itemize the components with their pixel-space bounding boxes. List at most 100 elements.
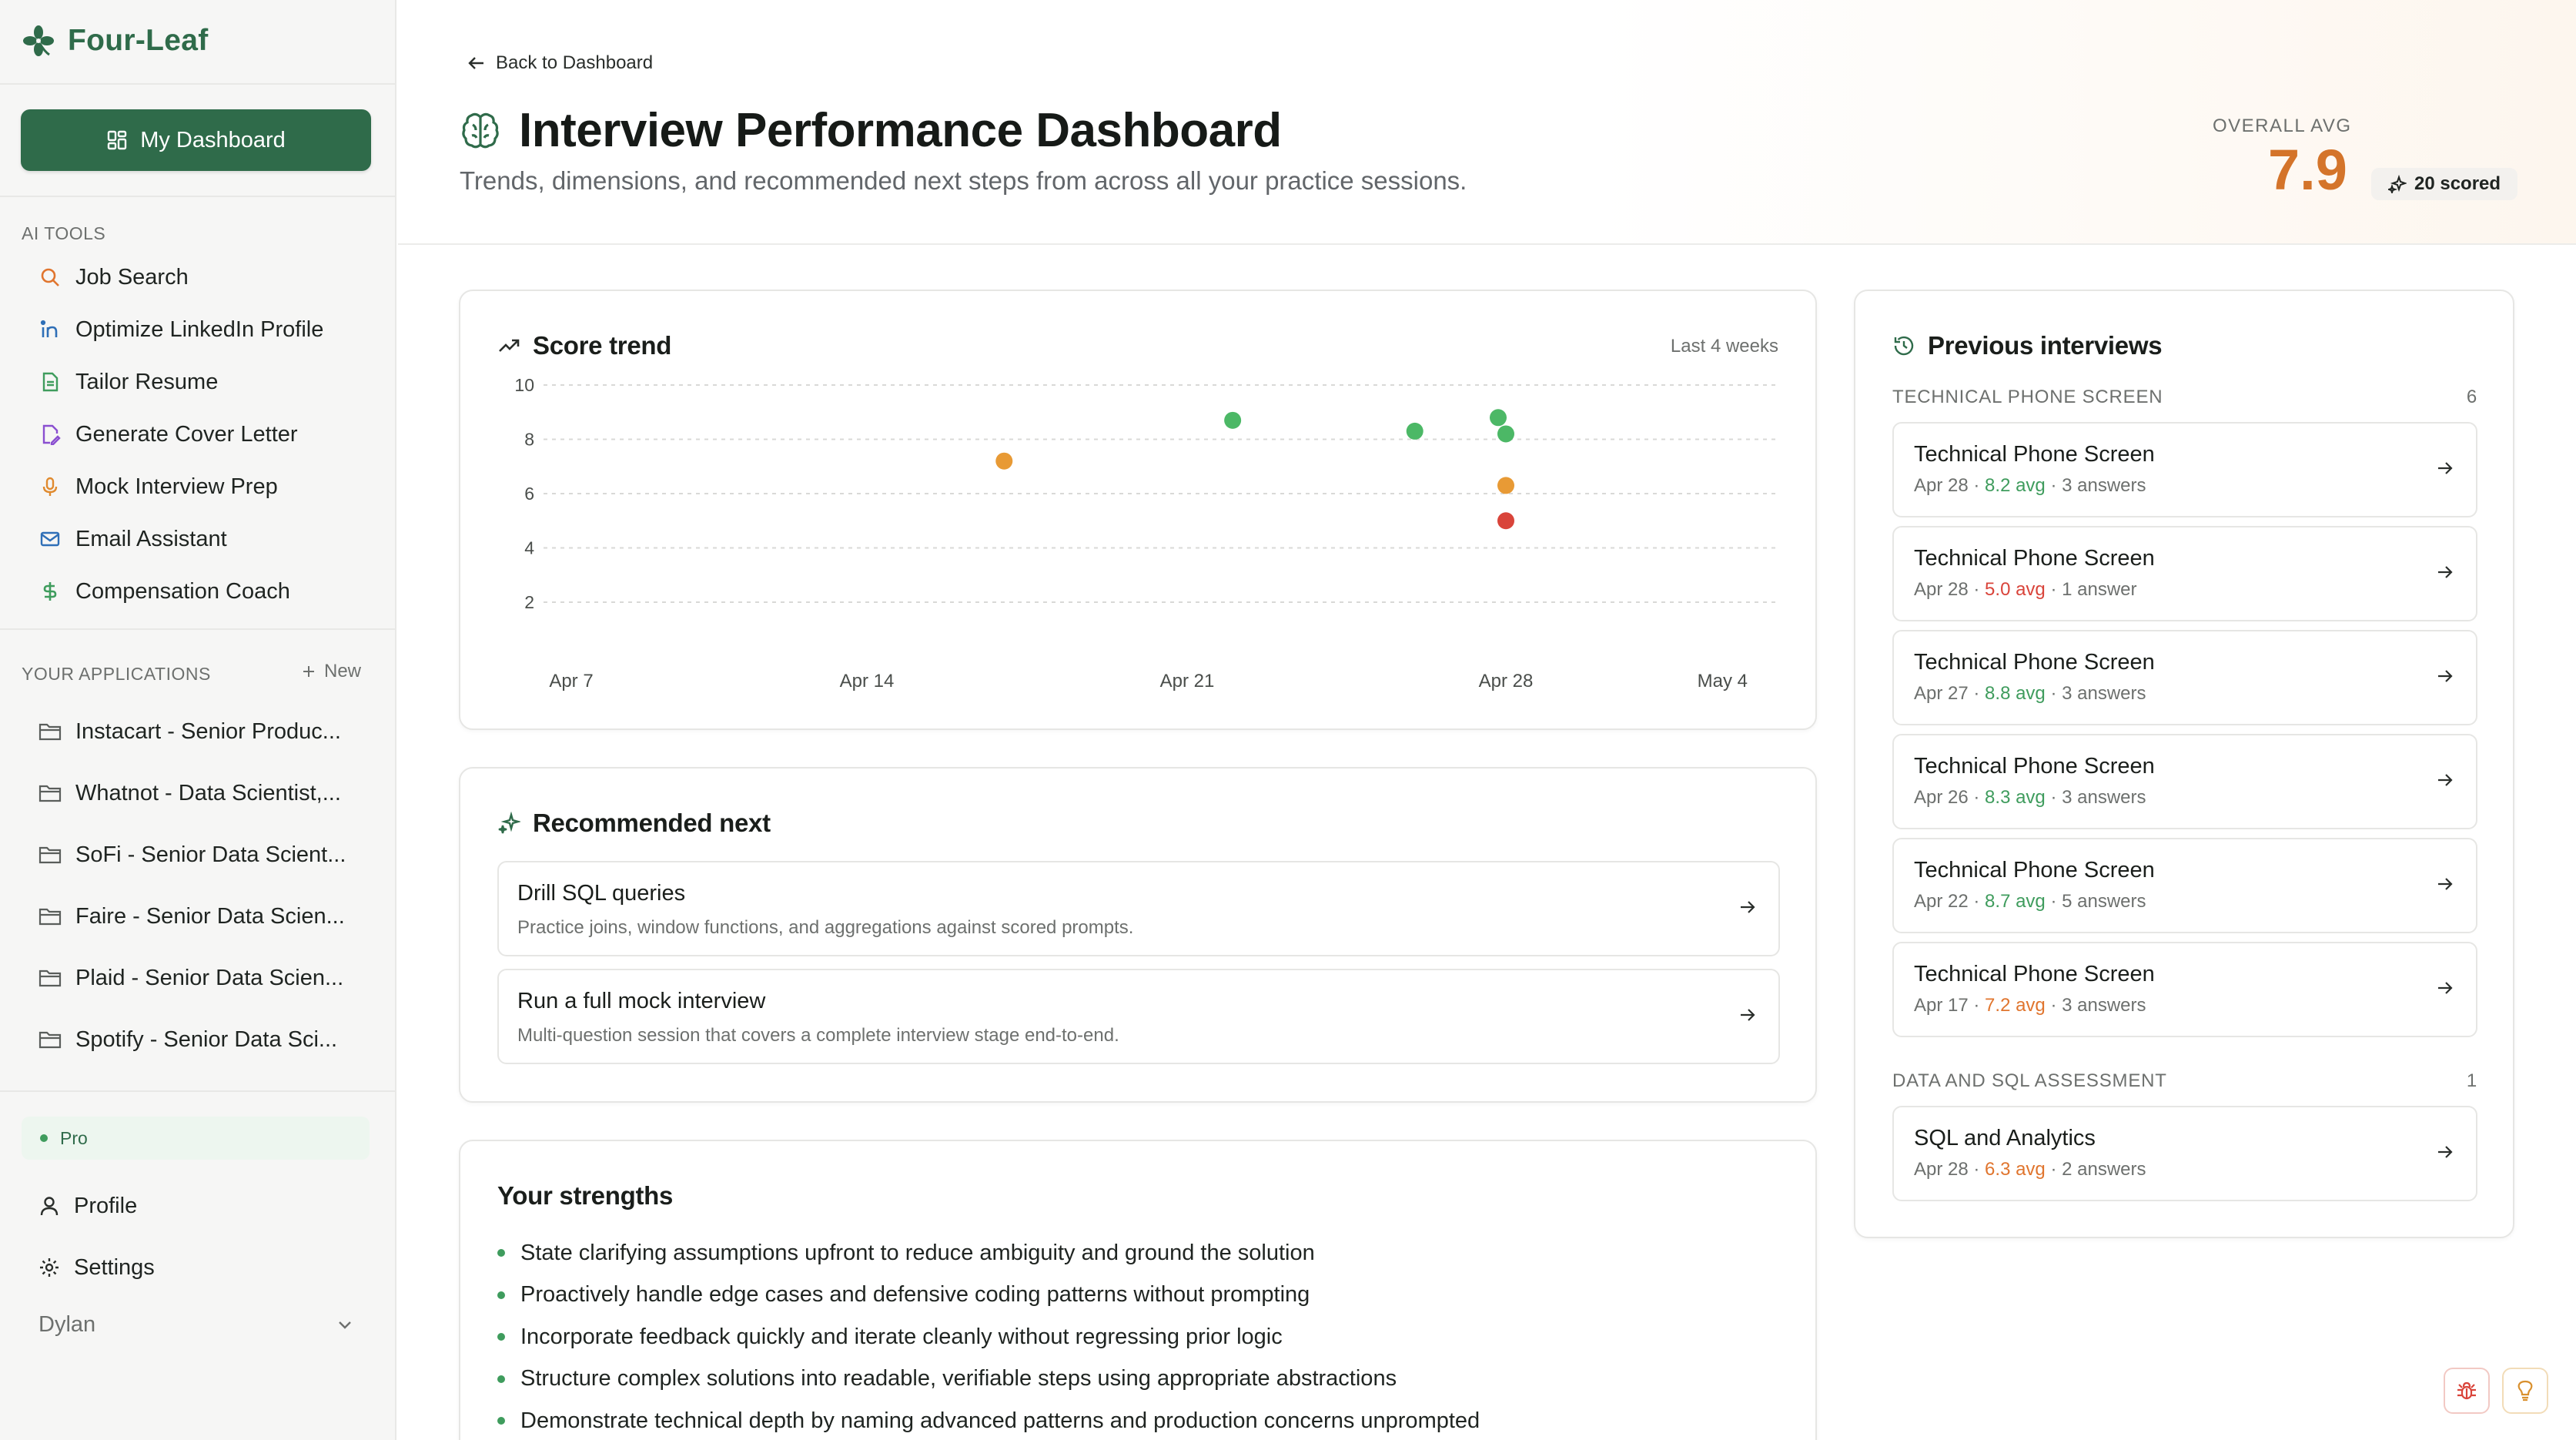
score-trend-card: Score trend Last 4 weeks 10 8 6 4 2 Apr 7 Apr … [459,290,1817,730]
meta-separator: · [2045,1159,2062,1180]
sidebar-item-mock-interview[interactable]: Mock Interview Prep [22,460,376,513]
strength-text: Incorporate feedback quickly and iterate… [520,1324,1283,1349]
interview-answers: 5 answers [2062,891,2146,912]
previous-interviews-card: Previous interviews TECHNICAL PHONE SCRE… [1854,290,2514,1238]
chevron-down-icon [336,1315,354,1334]
application-item[interactable]: Whatnot - Data Scientist,... [22,762,376,824]
sidebar-item-job-search[interactable]: Job Search [22,251,376,303]
meta-separator: · [1968,1159,1986,1180]
y-tick-label: 4 [524,538,534,558]
ai-tools-label: AI TOOLS [22,223,106,243]
recommendation-title: Drill SQL queries [517,881,686,906]
interview-answers: 3 answers [2062,683,2146,704]
meta-separator: · [1968,995,1986,1016]
sidebar-item-cover-letter[interactable]: Generate Cover Letter [22,408,376,460]
interview-item[interactable]: Technical Phone Screen Apr 26 · 8.3 avg ·… [1892,734,2477,829]
interview-item[interactable]: Technical Phone Screen Apr 28 · 5.0 avg ·… [1892,526,2477,621]
microphone-icon [38,475,62,498]
sidebar: Four-Leaf My Dashboard AI TOOLS Job Sear… [0,0,396,1440]
user-icon [38,1195,60,1217]
recommendation-item[interactable]: Run a full mock interview Multi-question… [497,969,1780,1064]
recommended-heading: Recommended next [497,809,771,838]
interview-item[interactable]: Technical Phone Screen Apr 28 · 8.2 avg ·… [1892,422,2477,517]
arrow-right-icon [1737,896,1758,918]
history-icon [1892,334,1915,357]
y-tick-label: 8 [524,430,534,450]
arrow-right-icon [2434,977,2456,999]
interview-item[interactable]: Technical Phone Screen Apr 22 · 8.7 avg ·… [1892,838,2477,933]
application-label: SoFi - Senior Data Scient... [75,842,346,867]
bullet-dot [497,1291,505,1299]
sidebar-item-label: Optimize LinkedIn Profile [75,316,324,342]
feedback-idea-button[interactable] [2502,1368,2548,1414]
interview-title: Technical Phone Screen [1914,754,2155,779]
report-bug-button[interactable] [2444,1368,2490,1414]
strength-item: Incorporate feedback quickly and iterate… [497,1316,1480,1358]
clover-logo-icon [22,24,55,58]
application-item[interactable]: Spotify - Senior Data Sci... [22,1009,376,1070]
profile-label: Profile [74,1193,138,1218]
meta-separator: · [1968,475,1986,496]
divider [0,628,396,630]
my-dashboard-button[interactable]: My Dashboard [21,109,371,171]
meta-separator: · [1968,787,1986,808]
x-tick-label: Apr 7 [549,671,593,692]
recommendation-title: Run a full mock interview [517,989,766,1013]
brand[interactable]: Four-Leaf [22,20,209,62]
application-item[interactable]: Faire - Senior Data Scien... [22,886,376,947]
arrow-right-icon [2434,873,2456,895]
interview-avg: 6.3 avg [1985,1159,2046,1180]
strength-item: Structure complex solutions into readabl… [497,1358,1480,1401]
sidebar-item-email-assistant[interactable]: Email Assistant [22,513,376,565]
application-item[interactable]: SoFi - Senior Data Scient... [22,824,376,886]
mail-icon [38,527,62,551]
folder-icon [38,783,62,803]
bullet-dot [497,1417,505,1425]
account-nav: Profile Settings [22,1175,376,1298]
interview-item[interactable]: Technical Phone Screen Apr 27 · 8.8 avg ·… [1892,630,2477,725]
interview-answers: 1 answer [2062,579,2137,600]
group-header: DATA AND SQL ASSESSMENT 1 [1892,1070,2477,1092]
user-menu[interactable]: Dylan [38,1308,354,1341]
sidebar-item-profile[interactable]: Profile [22,1175,376,1237]
sidebar-item-compensation-coach[interactable]: Compensation Coach [22,565,376,618]
file-pen-icon [38,423,62,446]
x-tick-label: May 4 [1698,671,1748,692]
interview-item[interactable]: Technical Phone Screen Apr 17 · 7.2 avg ·… [1892,942,2477,1037]
back-to-dashboard-link[interactable]: Back to Dashboard [467,52,653,74]
search-icon [38,266,62,289]
x-tick-label: Apr 14 [840,671,895,692]
recommendation-desc: Multi-question session that covers a com… [517,1025,1119,1046]
sidebar-item-optimize-linkedin[interactable]: Optimize LinkedIn Profile [22,303,376,356]
score-trend-chart: 10 8 6 4 2 Apr 7 Apr 14 Apr 21 Apr 28 May 4 [514,375,1780,692]
recommendation-item[interactable]: Drill SQL queries Practice joins, window… [497,861,1780,956]
arrow-right-icon [2434,769,2456,791]
meta-separator: · [1968,579,1986,600]
application-item[interactable]: Instacart - Senior Produc... [22,701,376,762]
back-label: Back to Dashboard [496,52,654,73]
meta-separator: · [1968,683,1986,704]
interview-meta: Apr 26 · 8.3 avg · 3 answers [1914,787,2476,809]
new-application-button[interactable]: New [301,661,361,682]
interview-meta: Apr 17 · 7.2 avg · 3 answers [1914,995,2476,1016]
arrow-right-icon [2434,561,2456,583]
status-dot [40,1134,48,1142]
y-tick-label: 6 [524,484,534,504]
sparkles-icon [497,812,520,835]
interview-date: Apr 17 [1914,995,1969,1016]
sidebar-item-settings[interactable]: Settings [22,1237,376,1298]
meta-separator: · [2045,475,2062,496]
settings-label: Settings [74,1254,155,1280]
sidebar-item-tailor-resume[interactable]: Tailor Resume [22,356,376,408]
sidebar-item-label: Job Search [75,264,189,290]
application-item[interactable]: Plaid - Senior Data Scien... [22,947,376,1009]
brain-icon [459,109,502,152]
meta-separator: · [2045,995,2062,1016]
group-name: DATA AND SQL ASSESSMENT [1892,1070,2167,1091]
interview-item[interactable]: SQL and Analytics Apr 28 · 6.3 avg · 2 an… [1892,1106,2477,1201]
interview-avg: 8.2 avg [1985,475,2046,496]
interview-meta: Apr 28 · 8.2 avg · 3 answers [1914,475,2476,497]
arrow-left-icon [467,53,487,73]
divider [0,1090,396,1092]
interview-title: Technical Phone Screen [1914,442,2155,467]
